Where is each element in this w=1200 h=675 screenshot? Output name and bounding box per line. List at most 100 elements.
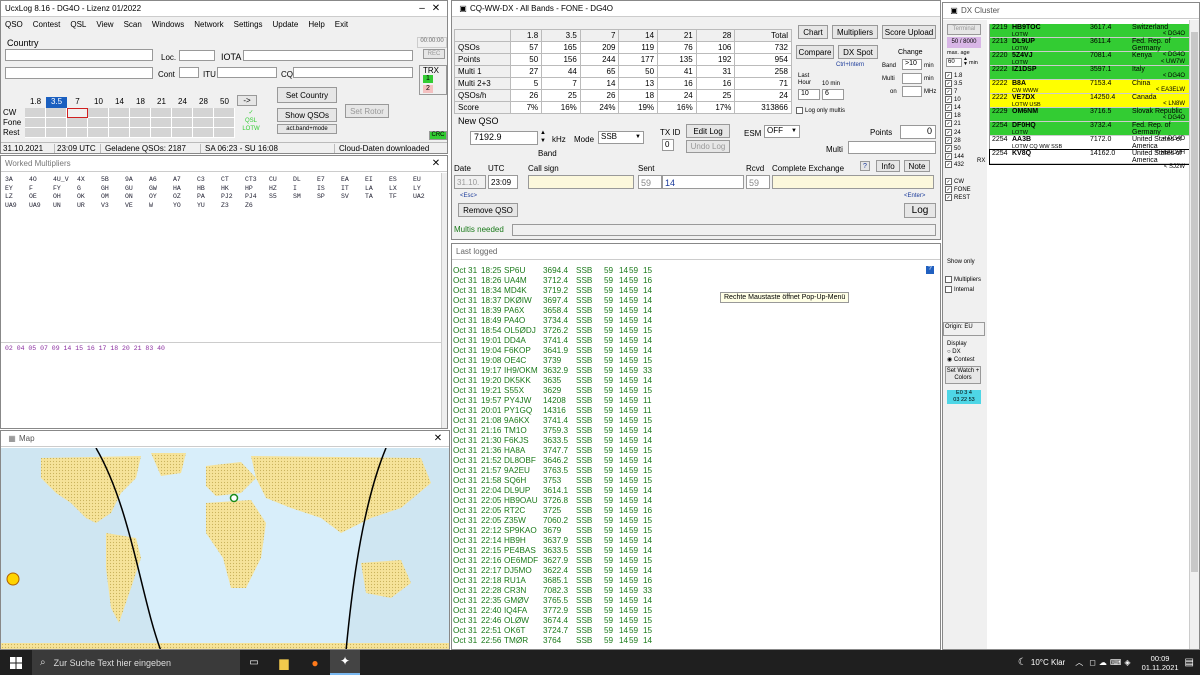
terminal-button[interactable]: Terminal	[947, 24, 981, 35]
tray-icons[interactable]: ◻☁⌨◈	[1089, 658, 1133, 667]
cont-field[interactable]	[179, 67, 199, 78]
trx-1[interactable]: 1	[423, 75, 433, 83]
iota-field[interactable]	[243, 50, 413, 61]
band-3.5[interactable]: 3.5	[46, 97, 67, 108]
frequency-spinner[interactable]: ▲ ▼	[540, 129, 546, 145]
clock[interactable]: 00:09 01.11.2021	[1142, 654, 1179, 672]
dx-spot-row[interactable]: 2213 DL9UP LOTW 3611.4 Fed. Rep. of Germany <…	[990, 38, 1189, 58]
log-only-multis-checkbox[interactable]: Log only multis	[796, 107, 845, 114]
band-filter-50[interactable]: ✓ 50	[945, 144, 964, 153]
logged-qso-row[interactable]: Oct 31 19:57 PY4JW 14208 SSB 59 14 59 11	[453, 396, 923, 406]
compare-button[interactable]: Compare	[796, 45, 834, 59]
tray-chevron-icon[interactable]: ︿	[1075, 657, 1083, 668]
band-1.8[interactable]: 1.8	[25, 97, 46, 108]
taskbar-search-box[interactable]: ⌕ Zur Suche Text hier eingeben	[32, 650, 240, 675]
set-rotor-button[interactable]: Set Rotor	[345, 104, 389, 118]
menu-contest[interactable]: Contest	[33, 20, 61, 29]
logged-qso-row[interactable]: Oct 31 19:08 OE4C 3739 SSB 59 14 59 15	[453, 356, 923, 366]
home-qth-marker[interactable]	[229, 493, 239, 503]
firefox-icon[interactable]: ●	[300, 656, 330, 670]
itu-field[interactable]	[217, 67, 277, 78]
utc-input[interactable]: 23:09	[488, 175, 518, 189]
menu-qsl[interactable]: QSL	[70, 20, 86, 29]
logged-qso-row[interactable]: Oct 31 18:37 DKØIW 3697.4 SSB 59 14 59 14	[453, 296, 923, 306]
band-21[interactable]: 21	[151, 97, 172, 108]
logged-qso-row[interactable]: Oct 31 20:01 PY1GQ 14316 SSB 59 14 59 11	[453, 406, 923, 416]
logged-qso-row[interactable]: Oct 31 22:35 GMØV 3765.5 SSB 59 14 59 14	[453, 596, 923, 606]
band-10[interactable]: 10	[88, 97, 109, 108]
origin-field[interactable]: Origin: EU	[943, 322, 985, 336]
worked-titlebar[interactable]: Worked Multipliers ✕	[1, 156, 447, 172]
info-button[interactable]: Info	[876, 160, 900, 172]
sent-rst-input[interactable]: 59	[638, 175, 662, 189]
band-18[interactable]: 18	[130, 97, 151, 108]
dx-spot-row[interactable]: 2220 5Z4VJ LOTW 7081.4 Kenya < UW7W	[990, 52, 1189, 66]
rec-button[interactable]: REC	[423, 49, 445, 59]
trx-2[interactable]: 2	[423, 85, 433, 93]
date-input[interactable]: 31.10.	[454, 175, 486, 189]
logged-qso-row[interactable]: Oct 31 19:21 S55X 3629 SSB 59 14 59 15	[453, 386, 923, 396]
task-view-icon[interactable]: ▭	[240, 657, 268, 668]
help-icon[interactable]: ?	[926, 266, 934, 274]
logged-qso-row[interactable]: Oct 31 22:05 HB9OAU 3726.8 SSB 59 14 59 14	[453, 496, 923, 506]
logged-qso-row[interactable]: Oct 31 22:46 OLØW 3674.4 SSB 59 14 59 15	[453, 616, 923, 626]
score-upload-button[interactable]: Score Upload	[882, 25, 936, 39]
multipliers-button[interactable]: Multipliers	[832, 25, 878, 39]
file-explorer-icon[interactable]: ▆	[268, 656, 300, 670]
menu-help[interactable]: Help	[308, 20, 324, 29]
logged-qso-row[interactable]: Oct 31 22:14 HB9H 3637.9 SSB 59 14 59 14	[453, 536, 923, 546]
band-50[interactable]: 50	[214, 97, 235, 108]
scrollbar-thumb[interactable]	[1191, 32, 1198, 572]
logged-qso-row[interactable]: Oct 31 22:17 DJ5MO 3622.4 SSB 59 14 59 14	[453, 566, 923, 576]
logged-qso-row[interactable]: Oct 31 22:05 Z35W 7060.2 SSB 59 14 59 15	[453, 516, 923, 526]
band-change-field[interactable]: >10	[902, 59, 922, 70]
logged-qso-row[interactable]: Oct 31 22:05 RT2C 3725 SSB 59 14 59 16	[453, 506, 923, 516]
dx-spot-row[interactable]: 2229 OM6NM 3716.5 Slovak Republic < DG4O	[990, 108, 1189, 122]
close-icon[interactable]: ✕	[431, 433, 445, 444]
band-24[interactable]: 24	[172, 97, 193, 108]
logged-qso-row[interactable]: Oct 31 18:34 MD4K 3719.2 SSB 59 14 59 14	[453, 286, 923, 296]
close-icon[interactable]: ✕	[429, 158, 443, 169]
menu-view[interactable]: View	[96, 20, 113, 29]
dx-cluster-titlebar[interactable]: ▣ DX Cluster	[943, 3, 1199, 19]
menu-exit[interactable]: Exit	[335, 20, 348, 29]
band-7[interactable]: 7	[67, 97, 88, 108]
max-age-spinner[interactable]: ▲ ▼	[963, 57, 968, 67]
logged-qso-row[interactable]: Oct 31 21:08 9A6KX 3741.4 SSB 59 14 59 15	[453, 416, 923, 426]
remove-qso-button[interactable]: Remove QSO	[458, 203, 518, 217]
complete-exchange-input[interactable]	[772, 175, 934, 189]
dx-spot-row[interactable]: 2222 VE7DX LOTW USB 14250.4 Canada < LN8W	[990, 94, 1189, 108]
logged-qso-row[interactable]: Oct 31 22:18 RU1A 3685.1 SSB 59 14 59 16	[453, 576, 923, 586]
logged-qso-row[interactable]: Oct 31 22:15 PE4BAS 3633.5 SSB 59 14 59 14	[453, 546, 923, 556]
multi-change-field[interactable]	[902, 73, 922, 84]
band-filter-1.8[interactable]: ✓ 1.8	[945, 72, 964, 80]
logged-qso-row[interactable]: Oct 31 19:20 DK5KK 3635 SSB 59 14 59 14	[453, 376, 923, 386]
close-icon[interactable]: ✕	[429, 3, 443, 14]
edit-log-button[interactable]: Edit Log	[686, 124, 730, 138]
logged-qso-row[interactable]: Oct 31 21:52 DL8OBF 3646.2 SSB 59 14 59 14	[453, 456, 923, 466]
set-watch-button[interactable]: Set Watch + Colors	[945, 366, 981, 384]
cq-field[interactable]	[293, 67, 413, 78]
world-map[interactable]	[1, 448, 450, 650]
internal-checkbox[interactable]: Internal	[945, 286, 974, 293]
dx-radio[interactable]: ○ DX	[947, 349, 961, 355]
worked-scrollbar[interactable]	[441, 173, 447, 428]
logged-qso-row[interactable]: Oct 31 18:26 UA4M 3712.4 SSB 59 14 59 16	[453, 276, 923, 286]
dx-spot-row[interactable]: 2254 KV8Q 14162.0 United States of America <…	[989, 149, 1190, 170]
dx-spot-row[interactable]: 2219 HB9TOC LOTW 3617.4 Switzerland < DG4O	[990, 24, 1189, 38]
chart-button[interactable]: Chart	[798, 25, 828, 39]
logged-qso-row[interactable]: Oct 31 19:04 F6KOP 3641.9 SSB 59 14 59 14	[453, 346, 923, 356]
band-filter-7[interactable]: ✓ 7	[945, 88, 964, 96]
contest-radio[interactable]: ◉ Contest	[947, 356, 975, 363]
band-filter-18[interactable]: ✓ 18	[945, 112, 964, 120]
band-filter-432[interactable]: ✓ 432	[945, 160, 964, 169]
mode-select[interactable]: SSB ▼	[598, 131, 644, 144]
logged-qso-row[interactable]: Oct 31 18:49 PA4O 3734.4 SSB 59 14 59 14	[453, 316, 923, 326]
menu-qso[interactable]: QSO	[5, 20, 23, 29]
band-filter-3.5[interactable]: ✓ 3.5	[945, 80, 964, 88]
help-button[interactable]: ?	[860, 161, 870, 171]
country-field[interactable]	[5, 49, 153, 61]
menu-network[interactable]: Network	[194, 20, 223, 29]
max-age-field[interactable]: 60	[946, 58, 962, 67]
sent-number-input[interactable]: 14	[662, 175, 744, 189]
